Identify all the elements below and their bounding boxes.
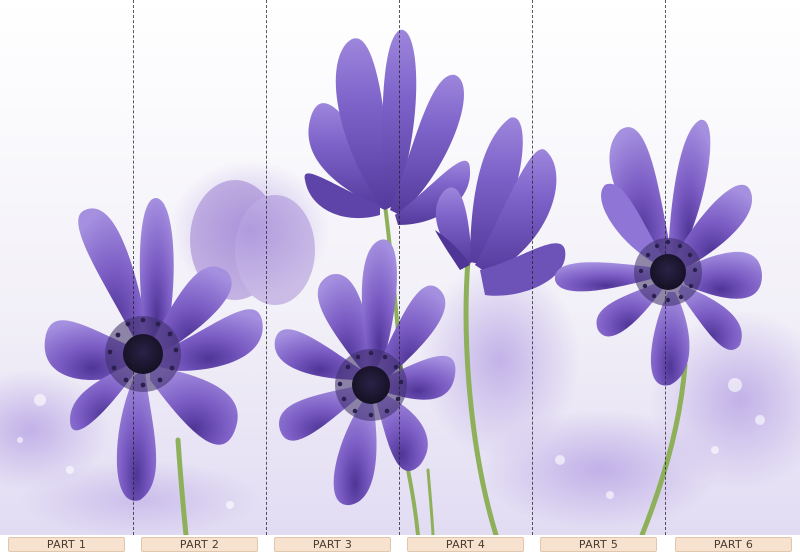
panel-divider-2: [266, 0, 267, 535]
panel-divider-1: [133, 0, 134, 535]
purple-anemone-photo: [0, 0, 800, 535]
part-label-3: PART 3: [274, 537, 391, 552]
part-label-5: PART 5: [540, 537, 657, 552]
panel-divider-5: [665, 0, 666, 535]
part-label-4: PART 4: [407, 537, 524, 552]
panel-label-strip: PART 1 PART 2 PART 3 PART 4 PART 5 PART …: [0, 535, 800, 555]
part-label-2: PART 2: [141, 537, 258, 552]
part-label-1: PART 1: [8, 537, 125, 552]
panel-divider-4: [532, 0, 533, 535]
split-panel-mural: PART 1 PART 2 PART 3 PART 4 PART 5 PART …: [0, 0, 800, 555]
panel-divider-3: [399, 0, 400, 535]
part-label-6: PART 6: [675, 537, 792, 552]
